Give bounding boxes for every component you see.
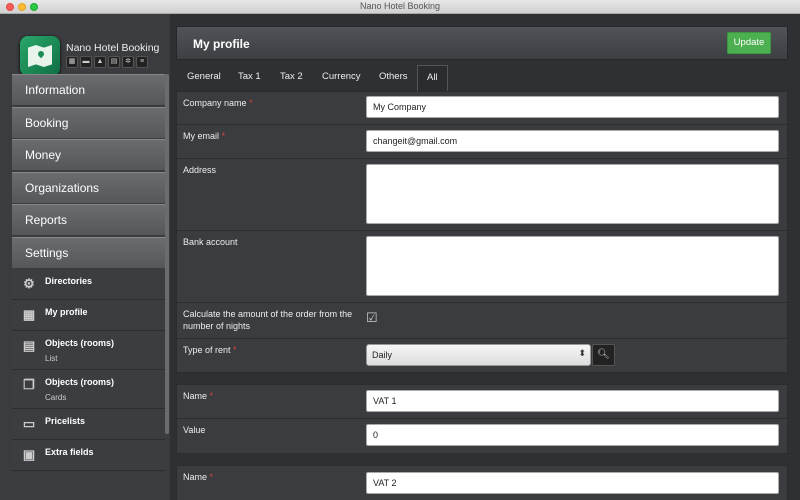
form-row: Name * VAT 2	[177, 466, 787, 500]
email-input[interactable]: changeit@gmail.com	[366, 130, 779, 152]
field-label: My email *	[183, 131, 226, 141]
settings-submenu: ⚙ Directories ▦ My profile ▤ Objects (ro…	[12, 269, 165, 471]
company-name-input[interactable]: My Company	[366, 96, 779, 118]
submenu-label: Directories	[45, 276, 93, 286]
quick-toolbar: ▦ ▬ ▲ ▤ ✲ ≡	[66, 56, 148, 68]
page-title: My profile	[193, 37, 250, 51]
submenu-label: My profile	[45, 307, 88, 317]
form-row: Bank account	[177, 231, 787, 303]
field-label: Type of rent *	[183, 345, 237, 355]
rent-type-select[interactable]: Daily ⬍	[366, 344, 591, 366]
field-label: Name *	[183, 391, 214, 401]
menu-item-organizations[interactable]: Organizations	[12, 171, 165, 203]
tax2-panel: Name * VAT 2	[176, 465, 788, 500]
submenu-label: Pricelists	[45, 416, 86, 426]
gears-icon: ⚙	[23, 276, 35, 291]
form-row: My email * changeit@gmail.com	[177, 125, 787, 159]
tab-others[interactable]: Others	[370, 65, 417, 92]
tab-tax2[interactable]: Tax 2	[271, 65, 312, 92]
field-label: Name *	[183, 472, 214, 482]
tab-currency[interactable]: Currency	[313, 65, 370, 92]
form-row: Value 0	[177, 419, 787, 454]
tax1-value-input[interactable]: 0	[366, 424, 779, 446]
table-icon: ▦	[22, 307, 36, 322]
address-textarea[interactable]	[366, 164, 779, 224]
form-row: Address	[177, 159, 787, 231]
page-header: My profile Update	[176, 26, 788, 60]
field-label: Value	[183, 425, 206, 435]
clipboard-icon: ▤	[22, 338, 36, 353]
tax1-panel: Name * VAT 1 Value 0	[176, 384, 788, 454]
menu-item-information[interactable]: Information	[12, 74, 165, 105]
tab-tax1[interactable]: Tax 1	[229, 65, 270, 92]
submenu-sublabel: Cards	[45, 393, 67, 402]
submenu-label: Objects (rooms)	[45, 377, 115, 387]
document-icon[interactable]: ▤	[108, 56, 120, 68]
window-title: Nano Hotel Booking	[359, 1, 441, 11]
submenu-my-profile[interactable]: ▦ My profile	[12, 300, 165, 331]
search-icon: 🔍︎	[597, 349, 610, 360]
menu-item-booking[interactable]: Booking	[12, 106, 165, 138]
sidebar-scrollbar[interactable]	[165, 74, 169, 434]
tab-bar: General Tax 1 Tax 2 Currency Others All	[176, 65, 788, 92]
update-button[interactable]: Update	[727, 32, 771, 54]
submenu-sublabel: List	[45, 354, 58, 363]
field-label: Bank account	[183, 237, 238, 247]
form-row: Company name * My Company	[177, 92, 787, 125]
profile-form: Company name * My Company My email * cha…	[176, 91, 788, 373]
select-arrows-icon: ⬍	[578, 348, 586, 358]
window-titlebar: Nano Hotel Booking	[0, 0, 800, 14]
tax2-name-input[interactable]: VAT 2	[366, 472, 779, 494]
menu-item-money[interactable]: Money	[12, 139, 165, 170]
menu-item-reports[interactable]: Reports	[12, 204, 165, 235]
field-label: Address	[183, 165, 217, 175]
calendar-icon[interactable]: ▦	[66, 56, 78, 68]
tax1-name-input[interactable]: VAT 1	[366, 390, 779, 412]
banknote-icon: ▭	[22, 416, 36, 431]
submenu-objects-cards[interactable]: ❐ Objects (rooms) Cards	[12, 370, 165, 409]
field-label: Calculate the amount of the order from t…	[183, 309, 353, 331]
gear-icon[interactable]: ✲	[122, 56, 134, 68]
form-row: Name * VAT 1	[177, 385, 787, 419]
submenu-label: Extra fields	[45, 447, 94, 457]
form-row: Calculate the amount of the order from t…	[177, 303, 787, 339]
form-row: Type of rent * Daily ⬍ 🔍︎	[177, 339, 787, 373]
menu-item-settings[interactable]: Settings	[12, 236, 165, 268]
database-icon[interactable]: ≡	[136, 56, 148, 68]
tab-all[interactable]: All	[417, 65, 448, 92]
submenu-directories[interactable]: ⚙ Directories	[12, 269, 165, 300]
main-menu: Information Booking Money Organizations …	[12, 74, 165, 471]
submenu-pricelists[interactable]: ▭ Pricelists	[12, 409, 165, 440]
calc-nights-checkbox[interactable]: ☑	[366, 311, 380, 325]
field-label: Company name *	[183, 98, 253, 108]
search-button[interactable]: 🔍︎	[592, 344, 615, 366]
app-logo-icon	[20, 36, 60, 76]
submenu-label: Objects (rooms)	[45, 338, 115, 348]
submenu-extra-fields[interactable]: ▣ Extra fields	[12, 440, 165, 471]
submenu-objects-list[interactable]: ▤ Objects (rooms) List	[12, 331, 165, 370]
tab-general[interactable]: General	[178, 65, 230, 92]
brand-name: Nano Hotel Booking	[66, 42, 160, 54]
bed-icon[interactable]: ▬	[80, 56, 92, 68]
bank-account-textarea[interactable]	[366, 236, 779, 296]
warning-icon[interactable]: ▲	[94, 56, 106, 68]
copy-icon: ❐	[23, 377, 35, 392]
id-card-icon: ▣	[22, 447, 36, 462]
